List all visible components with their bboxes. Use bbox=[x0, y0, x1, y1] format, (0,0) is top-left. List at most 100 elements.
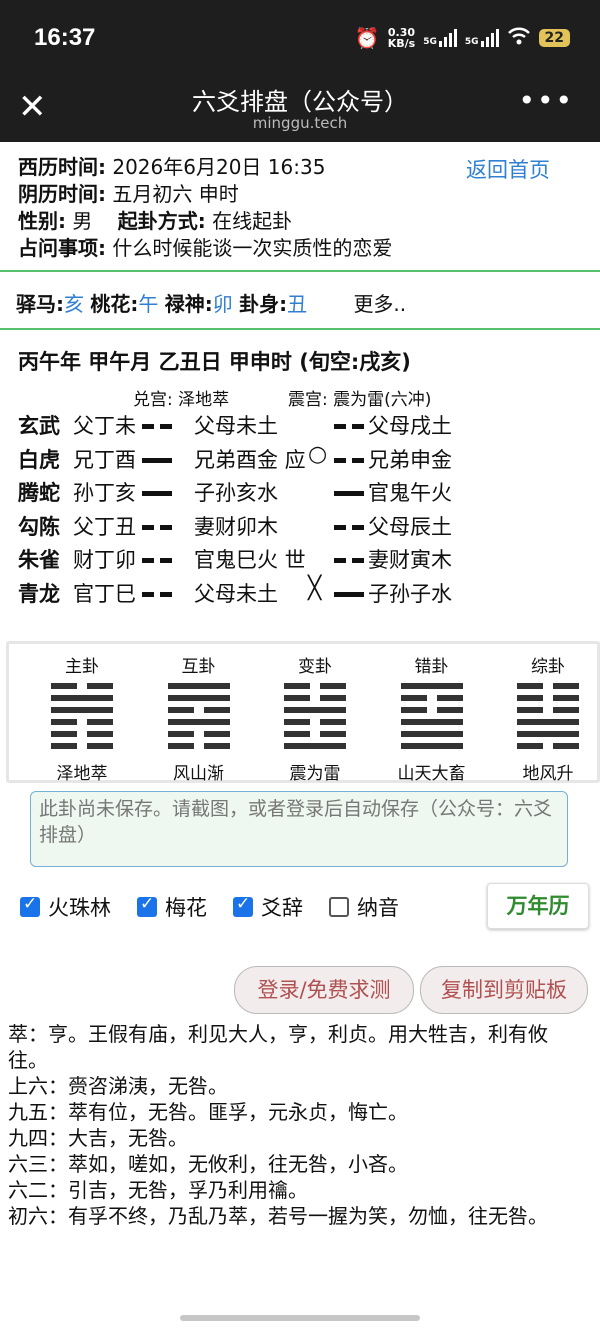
checkbox-label: 爻辞 bbox=[261, 896, 303, 920]
six-god: 玄武 bbox=[18, 414, 60, 438]
checkbox-option[interactable]: 爻辞 bbox=[233, 892, 303, 922]
yao-row: 朱雀 财丁卯 官鬼巳火 世 妻财寅木 bbox=[18, 544, 578, 574]
status-time: 16:37 bbox=[34, 24, 96, 51]
gua-text-line: 上六：赍咨涕洟，无咎。 bbox=[8, 1074, 228, 1098]
checkbox-label: 梅花 bbox=[165, 896, 207, 920]
moving-mark: ╳ bbox=[308, 575, 322, 601]
solar-value: 2026年6月20日 16:35 bbox=[112, 155, 326, 179]
checkbox-option[interactable]: 火珠林 bbox=[20, 892, 111, 922]
gua-texts: 萃：亨。王假有庙，利见大人，亨，利贞。用大牲吉，利有攸往。 上六：赍咨涕洟，无咎。… bbox=[8, 1021, 580, 1229]
checkbox-icon[interactable] bbox=[20, 894, 40, 917]
hexagram-0: 主卦 泽地萃 bbox=[27, 644, 137, 784]
divination-info: 西历时间: 2026年6月20日 16:35 阴历时间: 五月初六 申时 性别:… bbox=[18, 154, 392, 262]
checkbox-label: 纳音 bbox=[357, 896, 399, 920]
net-speed: 0.30 KB/s bbox=[387, 26, 416, 50]
ganzhi-line: 丙午年 甲午月 乙丑日 甲申时 (旬空:戌亥) bbox=[18, 350, 411, 374]
checkbox-icon[interactable] bbox=[137, 894, 157, 917]
battery-icon: 22 bbox=[538, 29, 570, 47]
bian-yao: 妻财寅木 bbox=[368, 548, 452, 572]
app-header: ✕ 六爻排盘（公众号） minggu.tech ••• bbox=[0, 78, 600, 142]
signal-icon: 5G bbox=[423, 29, 457, 47]
hexagram-lines bbox=[400, 683, 463, 751]
ben-yao: 子孙亥水 bbox=[194, 481, 278, 505]
taohua-label: 桃花: bbox=[90, 292, 139, 316]
checkbox-label: 火珠林 bbox=[48, 896, 111, 920]
hexagram-label: 互卦 bbox=[181, 657, 216, 677]
yao-row: 白虎 兄丁酉 兄弟酉金 应 ○ 兄弟申金 bbox=[18, 442, 578, 474]
hexagram-panel: 主卦 泽地萃 互卦 风山渐 变卦 震为雷 错卦 山天大畜 综卦 地风升 bbox=[6, 641, 600, 784]
gua-text-line: 六三：萃如，嗟如，无攸利，往无咎，小吝。 bbox=[8, 1152, 408, 1176]
bian-yao: 官鬼午火 bbox=[368, 481, 452, 505]
calendar-button[interactable]: 万年历 bbox=[487, 883, 589, 929]
hexagram-1: 互卦 风山渐 bbox=[144, 644, 254, 784]
hidden-yao: 父丁丑 bbox=[73, 514, 136, 539]
hexagram-label: 错卦 bbox=[414, 657, 449, 677]
lushen-label: 禄神: bbox=[164, 292, 213, 316]
yao-row: 勾陈 父丁丑 妻财卯木 父母辰土 bbox=[18, 511, 578, 541]
ben-yao: 父母未土 bbox=[194, 581, 278, 606]
save-note[interactable]: 此卦尚未保存。请截图，或者登录后自动保存（公众号：六爻排盘） bbox=[30, 791, 568, 867]
more-tags-link[interactable]: 更多.. bbox=[353, 292, 406, 316]
hexagram-label: 变卦 bbox=[298, 657, 332, 677]
checkbox-icon[interactable] bbox=[329, 897, 349, 917]
method-value: 在线起卦 bbox=[212, 209, 293, 233]
ben-yao: 兄弟酉金 应 bbox=[194, 447, 306, 472]
question-label: 占问事项: bbox=[18, 236, 106, 260]
six-god: 朱雀 bbox=[18, 548, 60, 572]
lushen-value: 卯 bbox=[212, 292, 233, 316]
gong-bian: 震宫: 震为雷(六冲) bbox=[288, 390, 432, 410]
six-god: 腾蛇 bbox=[18, 481, 60, 505]
copy-button[interactable]: 复制到剪贴板 bbox=[420, 966, 588, 1014]
status-bar: 16:37 ⏰ 0.30 KB/s 5G 5G 22 bbox=[0, 0, 600, 78]
wifi-icon bbox=[507, 26, 531, 50]
six-god: 白虎 bbox=[18, 447, 60, 472]
alarm-icon: ⏰ bbox=[354, 26, 380, 50]
lunar-value: 五月初六 申时 bbox=[112, 182, 239, 206]
gua-text-line: 六二：引吉，无咎，孚乃利用禴。 bbox=[8, 1178, 308, 1202]
gua-text-line: 萃：亨。王假有庙，利见大人，亨，利贞。用大牲吉，利有攸往。 bbox=[8, 1022, 548, 1072]
hexagram-4: 综卦 地风升 bbox=[493, 644, 600, 784]
hexagram-name: 泽地萃 bbox=[56, 764, 108, 784]
home-indicator[interactable] bbox=[180, 1315, 420, 1321]
checkbox-option[interactable]: 梅花 bbox=[137, 892, 207, 922]
hexagram-label: 主卦 bbox=[65, 657, 99, 677]
bian-yao: 父母戌土 bbox=[368, 414, 452, 438]
divider bbox=[0, 270, 600, 272]
hexagram-2: 变卦 震为雷 bbox=[260, 644, 370, 784]
home-link[interactable]: 返回首页 bbox=[466, 154, 550, 184]
hexagram-lines bbox=[284, 683, 346, 751]
gong-ben: 兑宫: 泽地萃 bbox=[133, 390, 230, 410]
six-god: 青龙 bbox=[18, 581, 60, 606]
six-god: 勾陈 bbox=[18, 514, 60, 539]
bian-yao: 子孙子水 bbox=[368, 581, 452, 606]
page-title: 六爻排盘（公众号） bbox=[192, 88, 408, 116]
lunar-label: 阴历时间: bbox=[18, 182, 106, 206]
hexagram-name: 震为雷 bbox=[289, 764, 341, 784]
ben-yao: 官鬼巳火 世 bbox=[194, 548, 306, 572]
gua-text-line: 九四：大吉，无咎。 bbox=[8, 1126, 188, 1150]
guashen-value: 丑 bbox=[287, 292, 308, 316]
login-button[interactable]: 登录/免费求测 bbox=[234, 966, 414, 1014]
more-menu-icon[interactable]: ••• bbox=[518, 84, 574, 117]
yao-row: 玄武 父丁未 父母未土 父母戌土 bbox=[18, 410, 578, 440]
gender-value: 男 bbox=[72, 209, 93, 233]
status-icons: ⏰ 0.30 KB/s 5G 5G 22 bbox=[355, 26, 570, 50]
guashen-label: 卦身: bbox=[239, 292, 288, 316]
gender-label: 性别: bbox=[18, 209, 66, 233]
hidden-yao: 财丁卯 bbox=[73, 548, 136, 572]
solar-label: 西历时间: bbox=[18, 155, 106, 179]
question-value: 什么时候能谈一次实质性的恋爱 bbox=[112, 236, 393, 260]
yao-row: 青龙 官丁巳 父母未土 ╳ 子孙子水 bbox=[18, 575, 578, 608]
hexagram-name: 地风升 bbox=[522, 764, 574, 784]
gua-text-line: 九五：萃有位，无咎。匪孚，元永贞，悔亡。 bbox=[8, 1100, 408, 1124]
hexagram-lines bbox=[167, 683, 230, 751]
ben-yao: 妻财卯木 bbox=[194, 514, 278, 539]
option-checkboxes: 火珠林 梅花 爻辞 纳音 bbox=[20, 892, 425, 922]
hidden-yao: 官丁巳 bbox=[73, 581, 136, 606]
yao-row: 腾蛇 孙丁亥 子孙亥水 官鬼午火 bbox=[18, 477, 578, 507]
checkbox-icon[interactable] bbox=[233, 894, 253, 917]
method-label: 起卦方式: bbox=[117, 209, 206, 233]
hexagram-name: 风山渐 bbox=[173, 764, 224, 784]
hidden-yao: 孙丁亥 bbox=[73, 481, 136, 505]
checkbox-option[interactable]: 纳音 bbox=[329, 892, 399, 922]
